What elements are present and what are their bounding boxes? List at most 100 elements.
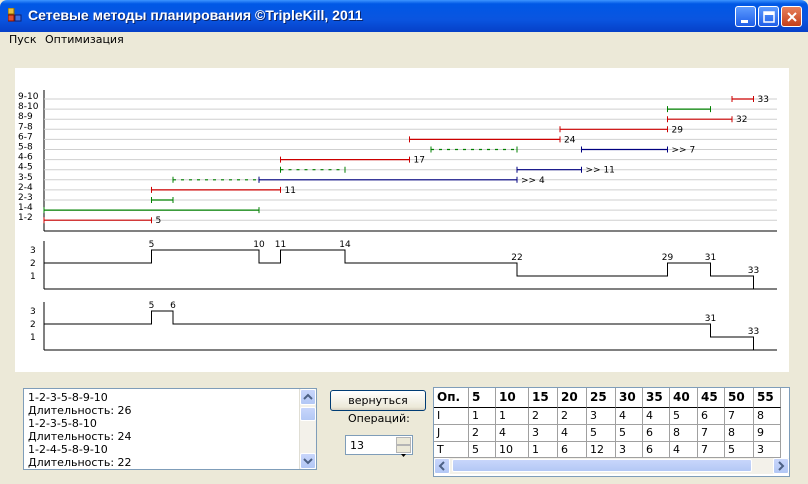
resource-chart-2-time-label: 33 [748,327,759,337]
gantt-bar-label: >> 7 [672,146,696,156]
table-cell[interactable]: 7 [698,425,725,442]
list-item[interactable]: Длительность: 24 [28,430,132,443]
list-item[interactable]: Длительность: 26 [28,404,132,417]
gantt-bar-label: 33 [758,95,769,105]
maximize-button[interactable] [758,6,779,27]
table-header-cell[interactable]: 55 [754,388,781,408]
operations-value[interactable]: 13 [350,439,364,452]
resource-chart-2-y-tick: 2 [30,320,36,330]
window-title: Сетевые методы планирования ©TripleKill,… [28,7,363,23]
scroll-right-button[interactable] [773,458,789,474]
list-item[interactable]: 1-2-3-5-8-9-10 [28,391,132,404]
table-cell[interactable]: I [434,408,469,425]
resource-chart-1-time-label: 22 [511,253,522,263]
table-cell[interactable]: 8 [754,408,781,425]
resource-chart-1-time-label: 14 [339,240,351,250]
table-header-cell[interactable]: 40 [670,388,698,408]
table-cell[interactable]: 6 [643,425,670,442]
gantt-row-label: 1-4 [18,203,33,213]
table-header-cell[interactable]: Оп. [434,388,469,408]
table-cell[interactable]: 10 [496,442,529,458]
table-header-cell[interactable]: 35 [643,388,670,408]
table-cell[interactable]: 4 [616,408,643,425]
list-scrollbar[interactable] [299,389,316,469]
table-cell[interactable]: 2 [469,425,496,442]
gantt-row-label: 6-7 [18,132,33,142]
table-cell[interactable]: 5 [616,425,643,442]
table-cell[interactable]: 4 [558,425,587,442]
menu-item-optimization[interactable]: Оптимизация [45,33,124,46]
gantt-bar-label: 17 [414,156,425,166]
critical-paths-list[interactable]: 1-2-3-5-8-9-10 Длительность: 26 1-2-3-5-… [23,388,317,470]
scroll-thumb[interactable] [452,459,752,472]
table-header-cell[interactable]: 5 [469,388,496,408]
chevron-down-icon [303,458,313,465]
gantt-row-label: 4-6 [18,153,33,163]
table-header-cell[interactable]: 15 [529,388,558,408]
table-cell[interactable]: 6 [558,442,587,458]
table-cell[interactable]: 4 [496,425,529,442]
table-cell[interactable]: 8 [670,425,698,442]
gantt-bar-label: 32 [736,115,747,125]
table-cell[interactable]: 5 [469,442,496,458]
close-button[interactable] [781,6,802,27]
menu-bar: Пуск Оптимизация [0,32,808,50]
table-cell[interactable]: 4 [670,442,698,458]
operations-table[interactable]: Оп. 5 10 15 20 25 30 35 40 45 50 55 I 1 1 2 2 3 4 4 5 6 7 8 J 2 4 3… [433,387,790,477]
table-cell[interactable]: 2 [558,408,587,425]
table-cell[interactable]: 5 [670,408,698,425]
scroll-down-button[interactable] [300,453,316,469]
gantt-row-label: 5-8 [18,143,33,153]
table-cell[interactable]: 1 [496,408,529,425]
table-cell[interactable]: T [434,442,469,458]
stepper-down-button[interactable] [396,445,411,457]
minimize-button[interactable] [735,6,756,27]
table-header-cell[interactable]: 45 [698,388,725,408]
table-cell[interactable]: 6 [643,442,670,458]
table-cell[interactable]: 2 [529,408,558,425]
table-cell[interactable]: 3 [754,442,781,458]
table-cell[interactable]: 3 [529,425,558,442]
resource-chart-1-time-label: 29 [662,253,674,263]
table-header-cell[interactable]: 50 [725,388,754,408]
menu-item-pusk[interactable]: Пуск [9,33,36,46]
table-cell[interactable]: 5 [587,425,616,442]
table-cell[interactable]: 12 [587,442,616,458]
gantt-bar-label: 11 [285,186,296,196]
gantt-bar-label: 29 [672,125,684,135]
table-header-cell[interactable]: 10 [496,388,529,408]
table-header-cell[interactable]: 30 [616,388,643,408]
maximize-icon [763,11,775,23]
table-cell[interactable]: 1 [469,408,496,425]
table-cell[interactable]: 7 [698,442,725,458]
table-cell[interactable]: 6 [698,408,725,425]
close-icon [787,12,797,22]
list-item[interactable]: Длительность: 22 [28,456,132,469]
table-header-cell[interactable]: 25 [587,388,616,408]
resource-chart-2-y-tick: 3 [30,307,36,317]
table-cell[interactable]: 3 [616,442,643,458]
resource-chart-2-time-label: 5 [149,301,155,311]
list-item[interactable]: 1-2-4-5-8-9-10 [28,443,132,456]
stepper-up-button[interactable] [396,437,411,450]
scroll-up-button[interactable] [300,389,316,405]
table-cell[interactable]: 9 [754,425,781,442]
table-header-cell[interactable]: 20 [558,388,587,408]
list-item[interactable]: 1-2-3-5-8-10 [28,417,132,430]
back-button[interactable]: вернуться [330,390,426,411]
table-cell[interactable]: 3 [587,408,616,425]
scroll-left-button[interactable] [434,458,450,474]
resource-chart-1-time-label: 11 [275,240,286,250]
table-cell[interactable]: 7 [725,408,754,425]
table-cell[interactable]: 4 [643,408,670,425]
title-bar[interactable]: Сетевые методы планирования ©TripleKill,… [0,0,808,32]
table-cell[interactable]: 5 [725,442,754,458]
table-scrollbar[interactable] [434,458,789,474]
gantt-row-label: 7-8 [18,122,33,132]
network-schedule-chart: 9-108-108-97-86-75-84-64-53-52-42-31-41-… [18,90,777,351]
scroll-thumb[interactable] [300,407,316,421]
table-cell[interactable]: 8 [725,425,754,442]
operations-stepper[interactable]: 13 [345,435,413,457]
table-cell[interactable]: 1 [529,442,558,458]
table-cell[interactable]: J [434,425,469,442]
